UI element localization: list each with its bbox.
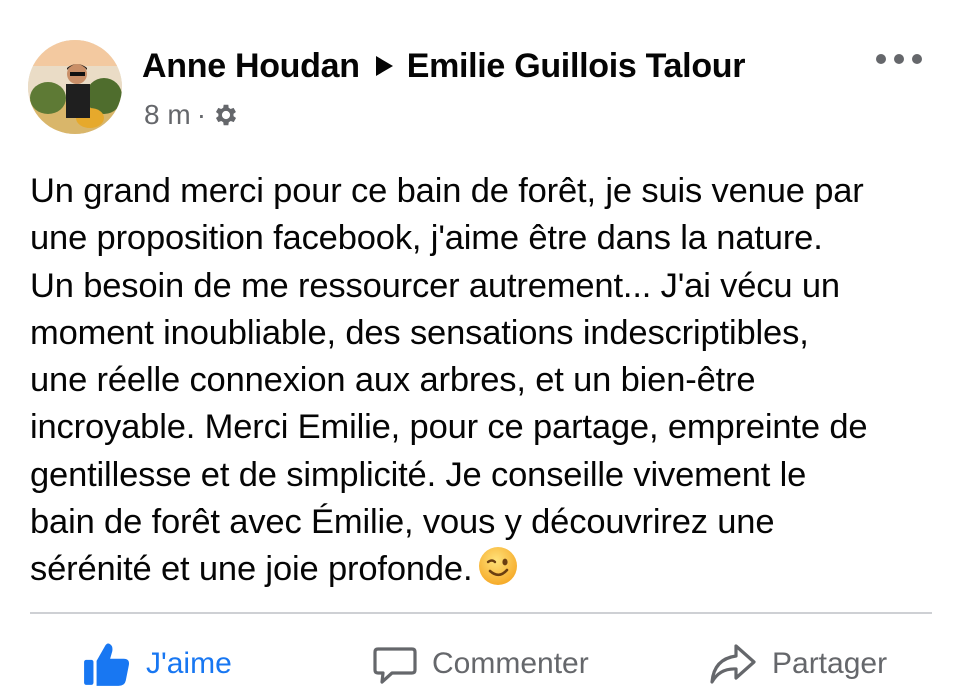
avatar[interactable]	[28, 40, 122, 134]
author-name[interactable]: Anne Houdan	[142, 47, 360, 86]
post-body-line: sérénité et une joie profonde.	[30, 550, 473, 589]
post-body-line: incroyable. Merci Emilie, pour ce partag…	[30, 408, 868, 447]
share-arrow-icon	[708, 641, 758, 687]
share-button[interactable]: Partager	[708, 636, 887, 692]
more-options-icon[interactable]	[876, 44, 922, 74]
post-timestamp[interactable]: 8 m	[144, 99, 191, 131]
thumbs-up-icon	[82, 639, 132, 689]
post-body-line: Un besoin de me ressourcer autrement... …	[30, 266, 840, 305]
post-body-line: moment inoubliable, des sensations indes…	[30, 313, 809, 352]
post-body-line: bain de forêt avec Émilie, vous y découv…	[30, 503, 775, 542]
recipient-name[interactable]: Emilie Guillois Talour	[407, 47, 746, 86]
post-body-line: Un grand merci pour ce bain de forêt, je…	[30, 172, 864, 210]
comment-bubble-icon	[372, 641, 418, 687]
post-body-last-line: sérénité et une joie profonde.	[30, 546, 940, 599]
facebook-post: Anne Houdan Emilie Guillois Talour 8 m ·…	[0, 0, 960, 697]
winking-face-emoji	[478, 546, 518, 599]
comment-label: Commenter	[432, 647, 589, 680]
avatar-photo	[28, 40, 122, 134]
like-label: J'aime	[146, 647, 232, 680]
gear-icon[interactable]	[212, 101, 240, 129]
separator-dot: ·	[196, 99, 207, 130]
comment-button[interactable]: Commenter	[372, 636, 589, 692]
post-body-line: une proposition facebook, j'aime être da…	[30, 219, 823, 258]
post-body-line: une réelle connexion aux arbres, et un b…	[30, 361, 756, 400]
divider	[30, 612, 932, 614]
post-body: Un grand merci pour ce bain de forêt, je…	[30, 168, 940, 600]
post-header: Anne Houdan Emilie Guillois Talour	[142, 40, 745, 92]
share-label: Partager	[772, 647, 888, 680]
like-button[interactable]: J'aime	[82, 636, 232, 692]
post-body-line: gentillesse et de simplicité. Je conseil…	[30, 455, 807, 494]
arrow-right-icon	[375, 56, 393, 76]
post-meta: 8 m ·	[144, 96, 240, 134]
